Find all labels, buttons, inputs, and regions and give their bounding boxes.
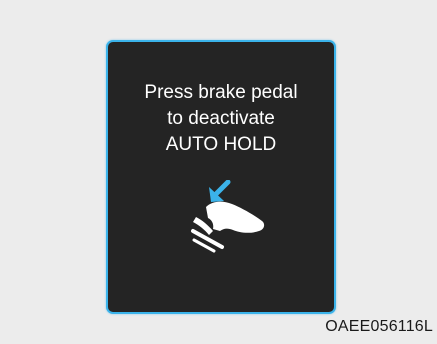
cluster-display-panel: Press brake pedal to deactivate AUTO HOL… xyxy=(106,40,336,314)
message-line-1: Press brake pedal xyxy=(144,82,298,103)
auto-hold-message: Press brake pedal to deactivate AUTO HOL… xyxy=(108,80,334,158)
press-arrow-icon xyxy=(209,180,231,202)
brake-pedal-press-icon xyxy=(191,180,265,253)
image-reference-code: OAEE056116L xyxy=(325,318,433,335)
foot-icon xyxy=(206,201,265,233)
message-line-3: AUTO HOLD xyxy=(165,134,277,155)
floor-lines-icon xyxy=(191,229,224,253)
message-line-2: to deactivate xyxy=(167,108,275,129)
